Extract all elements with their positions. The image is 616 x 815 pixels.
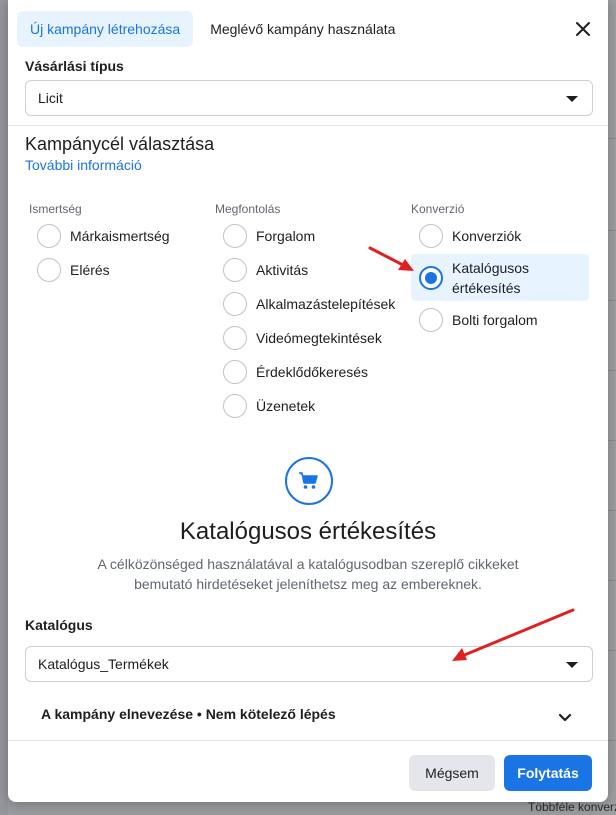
radio-button[interactable] <box>223 224 247 248</box>
objective-option-engagement[interactable]: Aktivitás <box>223 254 308 286</box>
objective-option-catalog-sales[interactable]: Katalógusos értékesítés <box>419 254 529 301</box>
radio-button[interactable] <box>37 258 61 282</box>
radio-button[interactable] <box>223 292 247 316</box>
more-info-link[interactable]: További információ <box>25 157 142 173</box>
background-text: Többféle konverz <box>528 800 616 814</box>
tab-new-campaign[interactable]: Új kampány létrehozása <box>17 11 194 47</box>
objective-option-store-traffic[interactable]: Bolti forgalom <box>419 304 538 336</box>
purchase-type-value: Licit <box>38 90 63 106</box>
selected-objective-description: A célközönséged használatával a katalógu… <box>97 556 519 592</box>
column-heading-consideration: Megfontolás <box>215 202 281 216</box>
cancel-button[interactable]: Mégsem <box>409 755 495 791</box>
column-heading-awareness: Ismertség <box>29 202 82 216</box>
objective-option-video-views[interactable]: Videómegtekintések <box>223 322 382 354</box>
option-label: Videómegtekintések <box>256 330 382 346</box>
radio-button[interactable] <box>223 394 247 418</box>
divider <box>8 740 608 741</box>
objective-title: Kampánycél választása <box>25 134 215 154</box>
continue-button[interactable]: Folytatás <box>504 755 592 791</box>
objective-option-traffic[interactable]: Forgalom <box>223 220 315 252</box>
option-label: Konverziók <box>452 228 522 244</box>
divider <box>8 125 608 126</box>
radio-button[interactable] <box>37 224 61 248</box>
selected-objective-title: Katalógusos értékesítés <box>179 518 437 545</box>
catalog-value: Katalógus_Termékek <box>38 656 169 672</box>
radio-button[interactable] <box>419 224 443 248</box>
radio-button[interactable] <box>223 258 247 282</box>
option-label-line2: értékesítés <box>452 279 521 296</box>
objective-option-brand-awareness[interactable]: Márkaismertség <box>37 220 170 252</box>
catalog-label: Katalógus <box>25 617 93 633</box>
option-label: Üzenetek <box>256 398 316 414</box>
catalog-select[interactable]: Katalógus_Termékek <box>25 646 593 682</box>
option-label: Katalógusos értékesítés <box>452 258 529 298</box>
purchase-type-label: Vásárlási típus <box>25 58 124 74</box>
campaign-modal: Új kampány létrehozása Meglévő kampány h… <box>8 0 608 802</box>
column-heading-conversion: Konverzió <box>411 202 465 216</box>
option-label-line1: Katalógusos <box>452 259 530 276</box>
radio-button[interactable] <box>223 326 247 350</box>
radio-button[interactable] <box>223 360 247 384</box>
option-label: Márkaismertség <box>70 228 170 244</box>
campaign-name-accordion[interactable]: A kampány elnevezése • Nem kötelező lépé… <box>41 706 336 722</box>
objective-option-messages[interactable]: Üzenetek <box>223 390 315 422</box>
objective-option-conversions[interactable]: Konverziók <box>419 220 521 252</box>
chevron-down-icon[interactable] <box>558 710 572 722</box>
caret-down-icon <box>566 662 578 668</box>
objective-option-reach[interactable]: Elérés <box>37 254 110 286</box>
option-label: Forgalom <box>256 228 316 244</box>
option-label: Érdeklődőkeresés <box>256 364 369 380</box>
tab-existing-campaign[interactable]: Meglévő kampány használata <box>197 11 408 47</box>
background-left-strip <box>0 0 8 815</box>
radio-button-selected[interactable] <box>419 265 443 290</box>
caret-down-icon <box>566 96 578 102</box>
option-label: Bolti forgalom <box>452 312 538 328</box>
purchase-type-select[interactable]: Licit <box>25 80 593 116</box>
option-label: Aktivitás <box>256 262 309 278</box>
radio-button[interactable] <box>419 308 443 332</box>
modal-tabs: Új kampány létrehozása Meglévő kampány h… <box>17 11 408 47</box>
objective-option-lead-generation[interactable]: Érdeklődőkeresés <box>223 356 368 388</box>
option-label: Alkalmazástelepítések <box>256 296 396 312</box>
close-icon[interactable] <box>572 18 594 40</box>
option-label: Elérés <box>70 262 110 278</box>
shopping-cart-icon <box>285 457 333 505</box>
objective-option-app-installs[interactable]: Alkalmazástelepítések <box>223 288 395 320</box>
